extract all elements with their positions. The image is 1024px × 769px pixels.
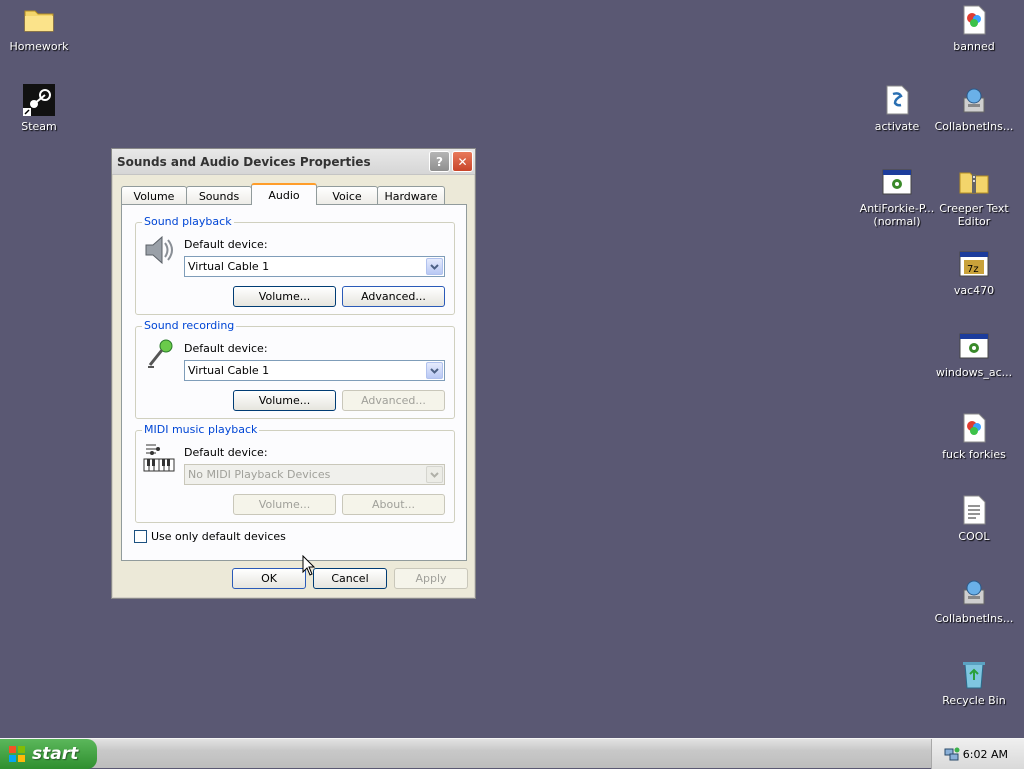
desktop-icon-label: vac470 xyxy=(953,284,995,297)
start-label: start xyxy=(32,744,79,764)
desktop-icon-banned[interactable]: banned xyxy=(932,4,1016,53)
playback-advanced-button[interactable]: Advanced... xyxy=(342,286,445,307)
windows-logo-icon xyxy=(8,745,26,763)
midi-playback-group: MIDI music playback Default device: No M… xyxy=(135,423,455,523)
use-default-devices-label[interactable]: Use only default devices xyxy=(151,530,286,543)
midi-device-select[interactable]: No MIDI Playback Devices xyxy=(184,464,445,485)
playback-device-select[interactable]: Virtual Cable 1 xyxy=(184,256,445,277)
midi-device-value: No MIDI Playback Devices xyxy=(188,468,331,481)
zip-folder-icon xyxy=(958,166,990,198)
recording-default-label: Default device: xyxy=(184,342,268,355)
recycle-bin-icon xyxy=(958,658,990,690)
help-button[interactable]: ? xyxy=(429,151,450,172)
sound-recording-group: Sound recording Default device: Virtual … xyxy=(135,319,455,419)
desktop-icon-activate[interactable]: activate xyxy=(855,84,939,133)
desktop-icon-label: windows_ac... xyxy=(935,366,1013,379)
sounds-audio-dialog[interactable]: Sounds and Audio Devices Properties ? ✕ … xyxy=(111,148,476,599)
tab-voice[interactable]: Voice xyxy=(316,186,378,205)
desktop-icon-label: Homework xyxy=(9,40,69,53)
midi-volume-button[interactable]: Volume... xyxy=(233,494,336,515)
clock[interactable]: 6:02 AM xyxy=(963,748,1008,761)
desktop-icon-label: CollabnetIns... xyxy=(934,612,1014,625)
desktop-icon-collabnet-1[interactable]: CollabnetIns... xyxy=(932,84,1016,133)
recording-volume-button[interactable]: Volume... xyxy=(233,390,336,411)
desktop-icon-label: Recycle Bin xyxy=(942,694,1006,707)
desktop-icon-label: fuck forkies xyxy=(942,448,1006,461)
use-default-devices-checkbox[interactable] xyxy=(134,530,147,543)
chevron-down-icon[interactable] xyxy=(426,466,443,483)
script-icon xyxy=(881,84,913,116)
desktop-icon-label: banned xyxy=(953,40,995,53)
tab-audio[interactable]: Audio xyxy=(251,183,317,205)
desktop-icon-vac470[interactable]: 7z vac470 xyxy=(932,248,1016,297)
taskbar: start 6:02 AM xyxy=(0,738,1024,769)
speaker-icon xyxy=(142,233,176,267)
ok-button[interactable]: OK xyxy=(232,568,306,589)
chevron-down-icon[interactable] xyxy=(426,362,443,379)
document-image-icon xyxy=(958,412,990,444)
desktop-icon-label: Creeper Text Editor xyxy=(939,202,1009,228)
installer-icon xyxy=(958,576,990,608)
tab-hardware[interactable]: Hardware xyxy=(377,186,445,205)
desktop-icon-label: CollabnetIns... xyxy=(934,120,1014,133)
archive-7z-icon: 7z xyxy=(958,248,990,280)
document-image-icon xyxy=(958,4,990,36)
midi-about-button[interactable]: About... xyxy=(342,494,445,515)
sound-recording-legend: Sound recording xyxy=(142,319,237,332)
sound-playback-group: Sound playback Default device: Virtual C… xyxy=(135,215,455,315)
recording-device-value: Virtual Cable 1 xyxy=(188,364,270,377)
midi-default-label: Default device: xyxy=(184,446,268,459)
desktop-icon-label: AntiForkie-P... (normal) xyxy=(859,202,935,228)
sound-playback-legend: Sound playback xyxy=(142,215,234,228)
start-button[interactable]: start xyxy=(0,739,97,769)
desktop-icon-label: Steam xyxy=(21,120,57,133)
microphone-icon xyxy=(142,337,176,371)
svg-text:7z: 7z xyxy=(967,264,979,275)
recording-device-select[interactable]: Virtual Cable 1 xyxy=(184,360,445,381)
playback-volume-button[interactable]: Volume... xyxy=(233,286,336,307)
system-tray: 6:02 AM xyxy=(931,739,1024,769)
network-tray-icon[interactable] xyxy=(944,746,960,762)
desktop-icon-windows-ac[interactable]: windows_ac... xyxy=(932,330,1016,379)
folder-icon xyxy=(23,4,55,36)
desktop-icon-label: activate xyxy=(874,120,920,133)
apply-button[interactable]: Apply xyxy=(394,568,468,589)
playback-default-label: Default device: xyxy=(184,238,268,251)
desktop-icon-steam[interactable]: Steam xyxy=(0,84,81,133)
playback-device-value: Virtual Cable 1 xyxy=(188,260,270,273)
midi-legend: MIDI music playback xyxy=(142,423,260,436)
desktop-icon-homework[interactable]: Homework xyxy=(0,4,81,53)
close-button[interactable]: ✕ xyxy=(452,151,473,172)
recording-advanced-button[interactable]: Advanced... xyxy=(342,390,445,411)
dialog-title: Sounds and Audio Devices Properties xyxy=(117,154,371,169)
desktop-icon-label: COOL xyxy=(958,530,990,543)
desktop-icon-antiforkie[interactable]: AntiForkie-P... (normal) xyxy=(855,166,939,228)
title-bar[interactable]: Sounds and Audio Devices Properties ? ✕ xyxy=(112,149,475,175)
text-document-icon xyxy=(958,494,990,526)
desktop-icon-creeper-text-editor[interactable]: Creeper Text Editor xyxy=(932,166,1016,228)
cancel-button[interactable]: Cancel xyxy=(313,568,387,589)
application-gear-icon xyxy=(958,330,990,362)
application-gear-icon xyxy=(881,166,913,198)
tab-strip: Volume Sounds Audio Voice Hardware xyxy=(121,183,445,205)
installer-icon xyxy=(958,84,990,116)
tab-sounds[interactable]: Sounds xyxy=(186,186,252,205)
chevron-down-icon[interactable] xyxy=(426,258,443,275)
mouse-cursor-icon xyxy=(302,554,316,577)
audio-tab-panel: Sound playback Default device: Virtual C… xyxy=(121,204,467,561)
midi-keyboard-icon xyxy=(142,441,176,475)
desktop-icon-collabnet-2[interactable]: CollabnetIns... xyxy=(932,576,1016,625)
tab-volume[interactable]: Volume xyxy=(121,186,187,205)
desktop-icon-cool[interactable]: COOL xyxy=(932,494,1016,543)
desktop-icon-recycle-bin[interactable]: Recycle Bin xyxy=(932,658,1016,707)
steam-icon xyxy=(23,84,55,116)
desktop-icon-fuck-forkies[interactable]: fuck forkies xyxy=(932,412,1016,461)
